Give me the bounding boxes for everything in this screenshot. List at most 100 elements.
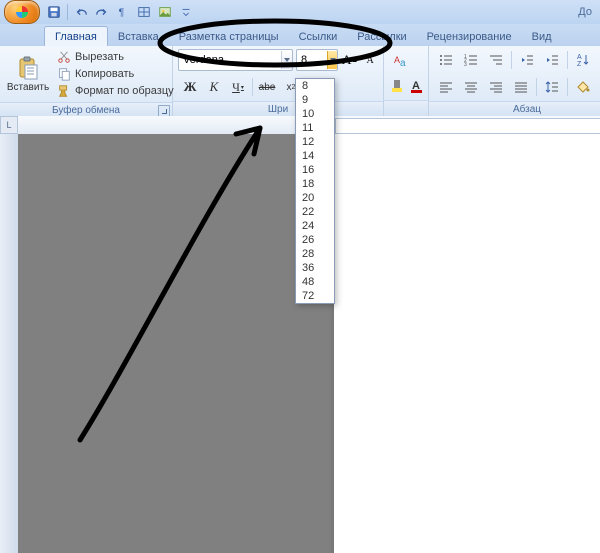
- italic-button[interactable]: К: [202, 75, 226, 99]
- format-painter-button[interactable]: Формат по образцу: [53, 83, 178, 99]
- align-right-button[interactable]: [484, 75, 508, 99]
- bullet-list-button[interactable]: [434, 48, 458, 72]
- font-size-option[interactable]: 12: [296, 135, 334, 149]
- indent-icon: [544, 52, 560, 68]
- svg-text:a: a: [400, 58, 406, 69]
- number-list-button[interactable]: 123: [459, 48, 483, 72]
- align-right-icon: [488, 79, 504, 95]
- svg-text:¶: ¶: [119, 7, 125, 19]
- tab-references[interactable]: Ссылки: [289, 27, 348, 46]
- sort-icon: AZ: [575, 52, 591, 68]
- font-size-input[interactable]: [297, 51, 327, 69]
- tab-mailings[interactable]: Рассылки: [347, 27, 416, 46]
- group-font: A▲ A Ж К Ч▾ abe x2 Шри: [173, 46, 384, 116]
- office-button[interactable]: [4, 0, 40, 24]
- cut-button[interactable]: Вырезать: [53, 49, 178, 65]
- group-paragraph-label: Абзац: [429, 101, 600, 117]
- border-button[interactable]: [596, 75, 600, 99]
- align-left-button[interactable]: [434, 75, 458, 99]
- qat-more-icon[interactable]: [176, 2, 196, 22]
- chevron-down-icon[interactable]: [327, 51, 337, 69]
- font-size-option[interactable]: 24: [296, 219, 334, 233]
- table-icon[interactable]: [134, 2, 154, 22]
- font-size-option[interactable]: 72: [296, 289, 334, 303]
- grow-font-button[interactable]: A▲: [341, 49, 359, 71]
- font-size-option[interactable]: 8: [296, 79, 334, 93]
- title-bar: ¶ До: [0, 0, 600, 24]
- window-title: До: [578, 6, 600, 18]
- font-size-option[interactable]: 36: [296, 261, 334, 275]
- font-size-dropdown[interactable]: 891011121416182022242628364872: [295, 78, 335, 304]
- paste-button[interactable]: Вставить: [5, 49, 51, 99]
- outdent-icon: [519, 52, 535, 68]
- svg-text:A: A: [577, 54, 582, 61]
- highlight-button[interactable]: [389, 74, 407, 98]
- brush-icon: [57, 84, 71, 98]
- cut-label: Вырезать: [75, 51, 124, 63]
- redo-icon[interactable]: [92, 2, 112, 22]
- shrink-font-button[interactable]: A: [362, 49, 378, 71]
- copy-label: Копировать: [75, 68, 134, 80]
- justify-button[interactable]: [509, 75, 533, 99]
- font-name-input[interactable]: [179, 51, 281, 69]
- increase-indent-button[interactable]: [540, 48, 564, 72]
- bold-button[interactable]: Ж: [178, 75, 202, 99]
- font-color-button[interactable]: A: [408, 74, 426, 98]
- chevron-down-icon[interactable]: [281, 51, 292, 69]
- line-spacing-button[interactable]: [540, 75, 564, 99]
- font-size-option[interactable]: 14: [296, 149, 334, 163]
- group-paragraph: 123 AZ ¶: [429, 46, 600, 116]
- clear-formatting-button[interactable]: Aa: [389, 49, 413, 73]
- align-left-icon: [438, 79, 454, 95]
- font-size-option[interactable]: 9: [296, 93, 334, 107]
- highlight-icon: [390, 78, 406, 94]
- font-size-option[interactable]: 10: [296, 107, 334, 121]
- sort-button[interactable]: AZ: [571, 48, 595, 72]
- tab-insert[interactable]: Вставка: [108, 27, 169, 46]
- font-size-option[interactable]: 18: [296, 177, 334, 191]
- font-size-combo[interactable]: [296, 49, 338, 71]
- tab-view[interactable]: Вид: [522, 27, 562, 46]
- quick-access-toolbar: ¶: [44, 2, 196, 22]
- justify-icon: [513, 79, 529, 95]
- align-center-button[interactable]: [459, 75, 483, 99]
- undo-icon[interactable]: [71, 2, 91, 22]
- tab-review[interactable]: Рецензирование: [417, 27, 522, 46]
- show-marks-button[interactable]: ¶: [596, 48, 600, 72]
- shading-button[interactable]: [571, 75, 595, 99]
- tab-home[interactable]: Главная: [44, 26, 108, 46]
- document-page[interactable]: [333, 134, 600, 553]
- group-font-label: Шри: [173, 101, 383, 117]
- font-name-combo[interactable]: [178, 49, 293, 71]
- qat-separator: [67, 4, 68, 20]
- svg-text:Z: Z: [577, 61, 582, 68]
- line-spacing-icon: [544, 79, 560, 95]
- group-font-extra-label: [384, 100, 428, 116]
- eraser-icon: Aa: [393, 53, 409, 69]
- pilcrow-icon[interactable]: ¶: [113, 2, 133, 22]
- multilevel-list-icon: [488, 52, 504, 68]
- picture-icon[interactable]: [155, 2, 175, 22]
- font-size-option[interactable]: 22: [296, 205, 334, 219]
- paste-label: Вставить: [7, 82, 49, 93]
- align-center-icon: [463, 79, 479, 95]
- save-icon[interactable]: [44, 2, 64, 22]
- decrease-indent-button[interactable]: [515, 48, 539, 72]
- underline-button[interactable]: Ч▾: [226, 75, 250, 99]
- font-size-option[interactable]: 48: [296, 275, 334, 289]
- group-clipboard: Вставить Вырезать Копировать Формат по о…: [0, 46, 173, 116]
- strikethrough-button[interactable]: abe: [255, 75, 279, 99]
- copy-icon: [57, 67, 71, 81]
- svg-text:3: 3: [464, 62, 467, 68]
- font-size-option[interactable]: 11: [296, 121, 334, 135]
- copy-button[interactable]: Копировать: [53, 66, 178, 82]
- font-size-option[interactable]: 28: [296, 247, 334, 261]
- tab-page-layout[interactable]: Разметка страницы: [169, 27, 289, 46]
- font-size-option[interactable]: 26: [296, 233, 334, 247]
- font-size-option[interactable]: 16: [296, 163, 334, 177]
- format-painter-label: Формат по образцу: [75, 85, 174, 97]
- multilevel-list-button[interactable]: [484, 48, 508, 72]
- ruler-corner[interactable]: L: [0, 116, 18, 134]
- bucket-icon: [575, 79, 591, 95]
- font-size-option[interactable]: 20: [296, 191, 334, 205]
